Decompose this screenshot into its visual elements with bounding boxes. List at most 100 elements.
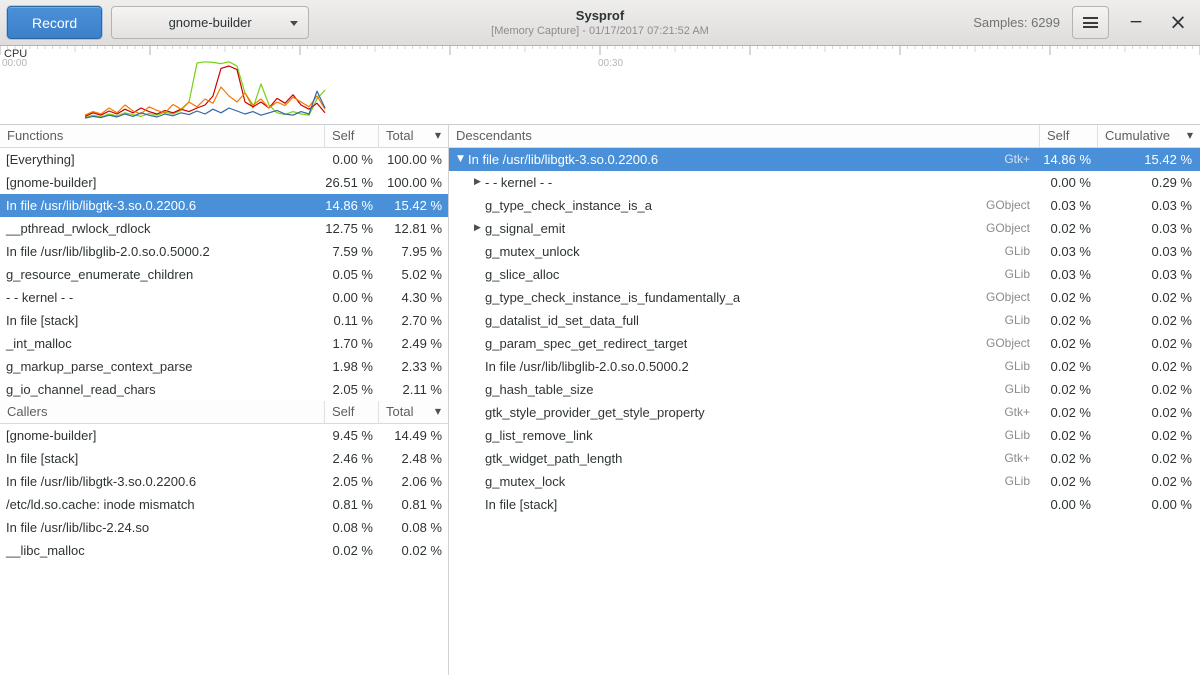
self-percent-cell: 0.03 % xyxy=(1039,240,1097,263)
total-percent-cell: 100.00 % xyxy=(378,148,448,171)
table-row[interactable]: In file /usr/lib/libgtk-3.so.0.2200.614.… xyxy=(0,194,448,217)
menu-button[interactable] xyxy=(1072,6,1109,39)
tree-row[interactable]: ▼In file /usr/lib/libgtk-3.so.0.2200.6Gt… xyxy=(449,148,1200,171)
sort-indicator-icon: ▼ xyxy=(1187,125,1193,147)
record-button[interactable]: Record xyxy=(7,6,102,39)
table-row[interactable]: In file /usr/lib/libc-2.24.so0.08 %0.08 … xyxy=(0,516,448,539)
category-label: GObject xyxy=(986,194,1039,217)
expander-closed-icon[interactable]: ▶ xyxy=(470,171,485,194)
symbol-name: g_param_spec_get_redirect_target xyxy=(485,332,687,355)
hamburger-icon xyxy=(1083,17,1098,28)
callers-table-body: [gnome-builder]9.45 %14.49 %In file [sta… xyxy=(0,424,448,675)
table-row[interactable]: __libc_malloc0.02 %0.02 % xyxy=(0,539,448,562)
symbol-name-cell: ▼In file /usr/lib/libgtk-3.so.0.2200.6Gt… xyxy=(449,148,1039,171)
samples-count: Samples: 6299 xyxy=(973,15,1060,30)
self-percent-cell: 0.03 % xyxy=(1039,263,1097,286)
descendants-table-body: ▼In file /usr/lib/libgtk-3.so.0.2200.6Gt… xyxy=(449,148,1200,675)
tree-row[interactable]: g_list_remove_linkGLib0.02 %0.02 % xyxy=(449,424,1200,447)
total-percent-cell: 0.81 % xyxy=(378,493,448,516)
tree-row[interactable]: g_param_spec_get_redirect_target GObject 0… xyxy=(449,332,1200,355)
total-percent-cell: 2.70 % xyxy=(378,309,448,332)
function-name-cell: g_markup_parse_context_parse xyxy=(0,355,324,378)
cumulative-percent-cell: 0.02 % xyxy=(1097,470,1200,493)
window-title: Sysprof xyxy=(491,8,709,23)
tree-row[interactable]: g_slice_allocGLib0.03 %0.03 % xyxy=(449,263,1200,286)
minimize-button[interactable]: − xyxy=(1121,6,1151,39)
category-label: GObject xyxy=(986,217,1039,240)
headerbar: Record gnome-builder Sysprof [Memory Cap… xyxy=(0,0,1200,46)
process-dropdown[interactable]: gnome-builder xyxy=(111,6,309,39)
column-header-total[interactable]: Total ▼ xyxy=(378,401,448,423)
cpu-timeline[interactable]: CPU 00:00 00:30 xyxy=(0,46,1200,125)
tree-row[interactable]: g_type_check_instance_is_fundamentally_a… xyxy=(449,286,1200,309)
column-header-self[interactable]: Self xyxy=(324,401,378,423)
category-label: GLib xyxy=(1005,309,1039,332)
symbol-name-cell: g_type_check_instance_is_a GObject xyxy=(449,194,1039,217)
table-row[interactable]: __pthread_rwlock_rdlock12.75 %12.81 % xyxy=(0,217,448,240)
category-label: GLib xyxy=(1005,470,1039,493)
cumulative-percent-cell: 0.02 % xyxy=(1097,332,1200,355)
table-row[interactable]: In file [stack]2.46 %2.48 % xyxy=(0,447,448,470)
table-row[interactable]: [Everything]0.00 %100.00 % xyxy=(0,148,448,171)
cumulative-percent-cell: 0.02 % xyxy=(1097,355,1200,378)
total-percent-cell: 15.42 % xyxy=(378,194,448,217)
self-percent-cell: 0.00 % xyxy=(324,148,378,171)
close-button[interactable]: × xyxy=(1163,6,1193,39)
category-label: Gtk+ xyxy=(1004,148,1039,171)
symbol-name: gtk_widget_path_length xyxy=(485,447,622,470)
column-header-total-label: Total xyxy=(386,401,413,423)
table-row[interactable]: g_markup_parse_context_parse1.98 %2.33 % xyxy=(0,355,448,378)
cumulative-percent-cell: 15.42 % xyxy=(1097,148,1200,171)
table-row[interactable]: g_resource_enumerate_children0.05 %5.02 … xyxy=(0,263,448,286)
table-row[interactable]: In file [stack]0.11 %2.70 % xyxy=(0,309,448,332)
tree-row[interactable]: g_mutex_unlockGLib0.03 %0.03 % xyxy=(449,240,1200,263)
tree-row[interactable]: g_type_check_instance_is_aGObject0.03 %0… xyxy=(449,194,1200,217)
column-header-cumulative[interactable]: Cumulative ▼ xyxy=(1097,125,1200,147)
table-row[interactable]: _int_malloc1.70 %2.49 % xyxy=(0,332,448,355)
cumulative-percent-cell: 0.02 % xyxy=(1097,447,1200,470)
column-header-self[interactable]: Self xyxy=(324,125,378,147)
category-label: GLib xyxy=(1005,240,1039,263)
tree-row[interactable]: g_hash_table_sizeGLib0.02 %0.02 % xyxy=(449,378,1200,401)
close-icon: × xyxy=(1169,10,1187,34)
self-percent-cell: 0.02 % xyxy=(1039,286,1097,309)
tree-row[interactable]: gtk_style_provider_get_style_propertyGtk… xyxy=(449,401,1200,424)
expander-open-icon[interactable]: ▼ xyxy=(453,148,468,171)
self-percent-cell: 0.02 % xyxy=(1039,355,1097,378)
tree-row[interactable]: g_datalist_id_set_data_fullGLib0.02 %0.0… xyxy=(449,309,1200,332)
cumulative-percent-cell: 0.02 % xyxy=(1097,424,1200,447)
tree-row[interactable]: ▶g_signal_emitGObject0.02 %0.03 % xyxy=(449,217,1200,240)
tree-row[interactable]: gtk_widget_path_lengthGtk+0.02 %0.02 % xyxy=(449,447,1200,470)
symbol-name: - - kernel - - xyxy=(485,171,552,194)
table-row[interactable]: /etc/ld.so.cache: inode mismatch0.81 %0.… xyxy=(0,493,448,516)
symbol-name: g_slice_alloc xyxy=(485,263,559,286)
table-row[interactable]: - - kernel - -0.00 %4.30 % xyxy=(0,286,448,309)
function-name-cell: In file /usr/lib/libc-2.24.so xyxy=(0,516,324,539)
table-row[interactable]: In file /usr/lib/libglib-2.0.so.0.5000.2… xyxy=(0,240,448,263)
table-row[interactable]: [gnome-builder]9.45 %14.49 % xyxy=(0,424,448,447)
column-header-callers[interactable]: Callers xyxy=(0,401,324,423)
symbol-name-cell: In file /usr/lib/libglib-2.0.so.0.5000.2… xyxy=(449,355,1039,378)
symbol-name-cell: gtk_widget_path_length Gtk+ xyxy=(449,447,1039,470)
table-row[interactable]: g_io_channel_read_chars2.05 %2.11 % xyxy=(0,378,448,401)
tree-row[interactable]: In file /usr/lib/libglib-2.0.so.0.5000.2… xyxy=(449,355,1200,378)
category-label: GObject xyxy=(986,286,1039,309)
symbol-name: In file /usr/lib/libglib-2.0.so.0.5000.2 xyxy=(485,355,689,378)
tree-row[interactable]: ▶- - kernel - -0.00 %0.29 % xyxy=(449,171,1200,194)
cumulative-percent-cell: 0.03 % xyxy=(1097,240,1200,263)
expander-closed-icon[interactable]: ▶ xyxy=(470,217,485,240)
tree-row[interactable]: g_mutex_lockGLib0.02 %0.02 % xyxy=(449,470,1200,493)
column-header-functions[interactable]: Functions xyxy=(0,125,324,147)
symbol-name-cell: ▶- - kernel - - xyxy=(449,171,1039,194)
tree-row[interactable]: In file [stack]0.00 %0.00 % xyxy=(449,493,1200,516)
table-row[interactable]: In file /usr/lib/libgtk-3.so.0.2200.62.0… xyxy=(0,470,448,493)
column-header-descendants[interactable]: Descendants xyxy=(449,125,1039,147)
category-label: Gtk+ xyxy=(1004,447,1039,470)
symbol-name: g_mutex_lock xyxy=(485,470,565,493)
table-row[interactable]: [gnome-builder]26.51 %100.00 % xyxy=(0,171,448,194)
column-header-self[interactable]: Self xyxy=(1039,125,1097,147)
category-label: GObject xyxy=(986,332,1039,355)
symbol-name: In file [stack] xyxy=(485,493,557,516)
symbol-name: g_type_check_instance_is_a xyxy=(485,194,652,217)
column-header-total[interactable]: Total ▼ xyxy=(378,125,448,147)
